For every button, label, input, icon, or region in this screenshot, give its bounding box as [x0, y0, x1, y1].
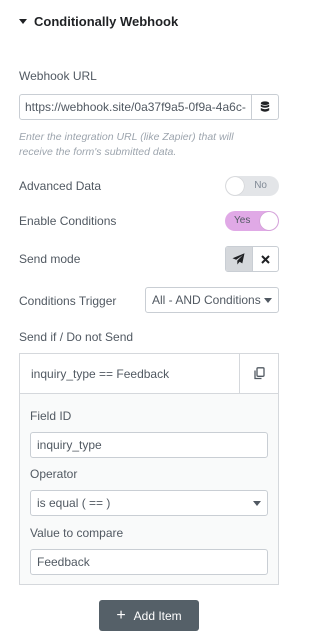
- toggle-state-text: Yes: [234, 215, 251, 226]
- add-item-button[interactable]: + Add Item: [99, 600, 199, 631]
- webhook-url-field[interactable]: https://webhook.site/0a37f9a5-0f9a-4a6c-: [19, 94, 279, 120]
- webhook-url-input[interactable]: https://webhook.site/0a37f9a5-0f9a-4a6c-: [20, 95, 251, 119]
- webhook-url-label: Webhook URL: [19, 69, 97, 83]
- send-mode-choose[interactable]: [225, 246, 279, 272]
- toggle-state-text: No: [254, 180, 267, 191]
- add-item-label: Add Item: [133, 608, 182, 623]
- section-title: Conditionally Webhook: [34, 14, 179, 29]
- database-icon: [260, 101, 270, 112]
- webhook-help-text: Enter the integration URL (like Zapier) …: [19, 131, 234, 158]
- send-mode-do-not-send-button[interactable]: [251, 247, 279, 271]
- advanced-data-toggle[interactable]: No: [225, 176, 279, 196]
- select-value: is equal ( == ): [37, 496, 111, 510]
- send-mode-send-button[interactable]: [226, 247, 252, 271]
- chevron-down-icon: [253, 500, 261, 506]
- conditions-trigger-label: Conditions Trigger: [19, 294, 117, 308]
- repeater-item-title[interactable]: inquiry_type == Feedback: [20, 354, 239, 393]
- plus-icon: +: [116, 606, 126, 624]
- operator-select[interactable]: is equal ( == ): [30, 490, 268, 516]
- advanced-data-label: Advanced Data: [19, 179, 102, 193]
- send-if-label: Send if / Do not Send: [19, 330, 134, 344]
- copy-icon: [253, 367, 265, 380]
- select-value: All - AND Conditions: [152, 293, 261, 307]
- field-id-input[interactable]: inquiry_type: [30, 432, 268, 458]
- operator-label: Operator: [30, 467, 78, 481]
- repeater-item-header[interactable]: inquiry_type == Feedback: [20, 354, 278, 394]
- value-to-compare-label: Value to compare: [30, 526, 124, 540]
- enable-conditions-toggle[interactable]: Yes: [225, 211, 279, 231]
- caret-down-icon: [19, 19, 27, 24]
- dynamic-tags-button[interactable]: [251, 95, 278, 119]
- close-icon: [261, 254, 270, 264]
- chevron-down-icon: [264, 297, 272, 303]
- section-header[interactable]: Conditionally Webhook: [19, 14, 178, 29]
- field-id-label: Field ID: [30, 409, 72, 423]
- send-mode-label: Send mode: [19, 252, 81, 266]
- duplicate-item-button[interactable]: [239, 354, 278, 393]
- enable-conditions-label: Enable Conditions: [19, 214, 117, 228]
- conditions-repeater: inquiry_type == Feedback Field ID inquir…: [19, 353, 279, 585]
- toggle-knob: [260, 212, 278, 230]
- toggle-knob: [226, 177, 244, 195]
- value-to-compare-input[interactable]: Feedback: [30, 549, 268, 575]
- paper-plane-icon: [232, 253, 245, 265]
- repeater-item-body: Field ID inquiry_type Operator is equal …: [20, 394, 278, 584]
- conditions-trigger-select[interactable]: All - AND Conditions: [145, 287, 279, 313]
